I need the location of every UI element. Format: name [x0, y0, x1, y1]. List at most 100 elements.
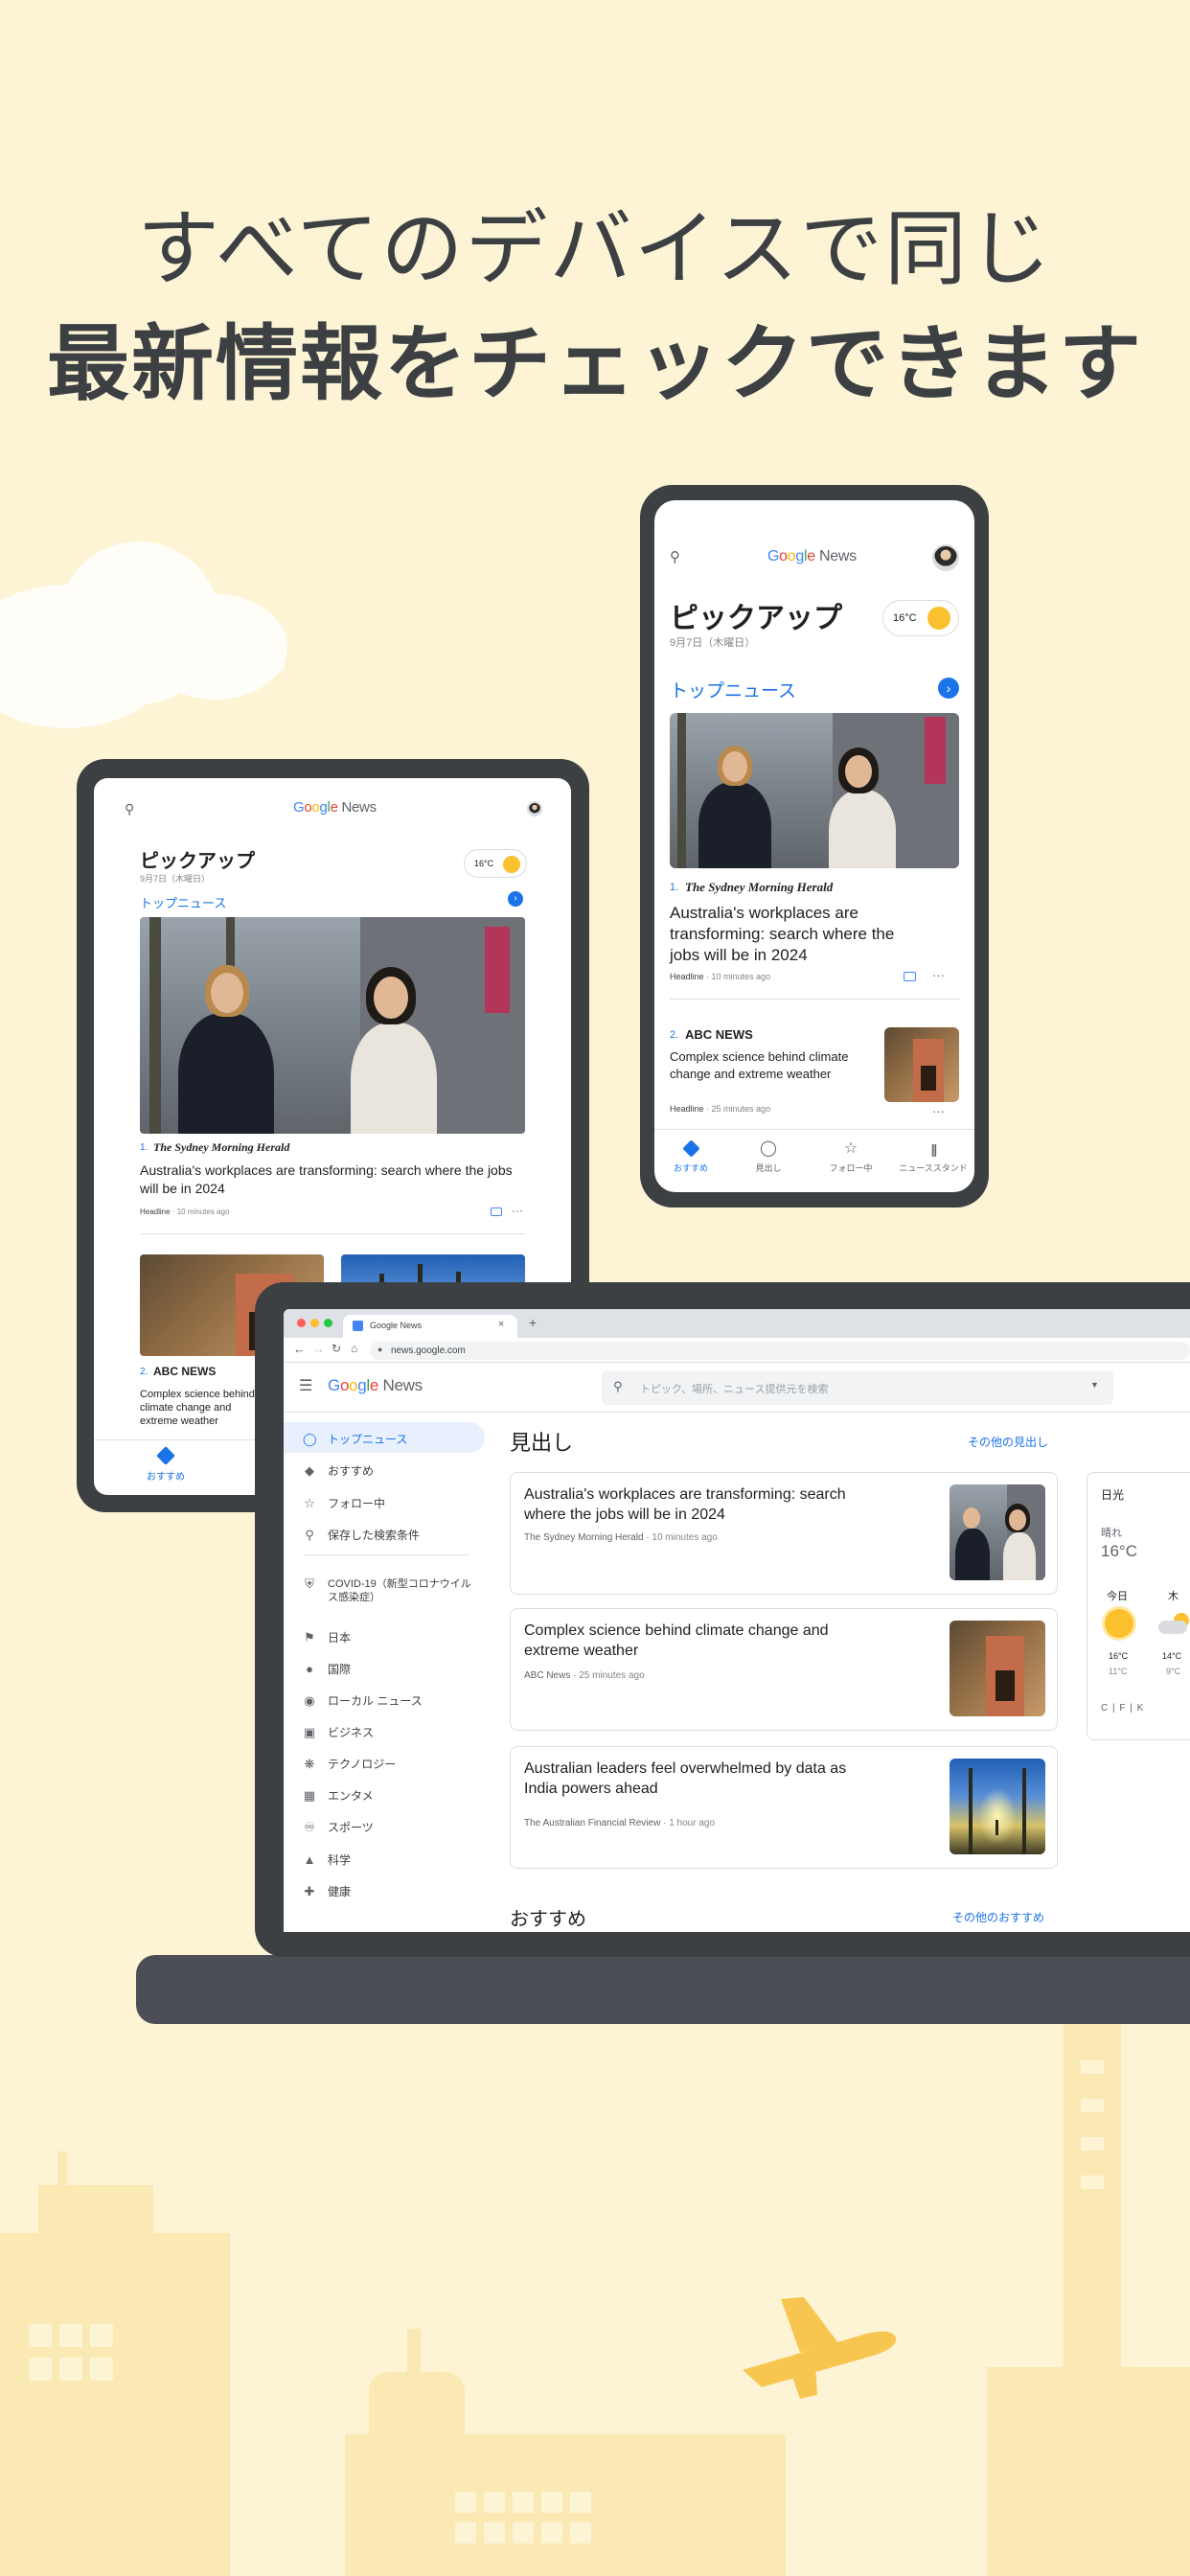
story2-meta: Headline · 25 minutes ago — [670, 1104, 771, 1114]
story-source: The Sydney Morning Herald — [153, 1140, 290, 1154]
sidebar-item-japan[interactable]: ⚑ 日本 — [303, 1629, 351, 1645]
sidebar-item-saved-searches[interactable]: ⚲ 保存した検索条件 — [303, 1527, 420, 1543]
search-icon: ⚲ — [613, 1379, 623, 1393]
laptop-base — [136, 1955, 1190, 2024]
flag-icon: ⚑ — [304, 1629, 315, 1644]
sidebar-item-business[interactable]: ▣ ビジネス — [303, 1724, 374, 1740]
story-headline[interactable]: Australian leaders feel overwhelmed by d… — [524, 1759, 879, 1799]
more-icon[interactable]: ··· — [512, 1204, 523, 1217]
menu-icon[interactable]: ☰ — [299, 1376, 312, 1395]
weather-today-label: 今日 — [1107, 1591, 1128, 1602]
headline: すべてのデバイスで同じ 最新情報をチェックできます — [0, 192, 1190, 422]
forward-icon[interactable]: → — [312, 1342, 325, 1356]
sidebar-item-world[interactable]: ● 国際 — [303, 1661, 351, 1677]
more-icon[interactable]: ··· — [932, 968, 945, 982]
search-icon[interactable]: ⚲ — [125, 801, 134, 817]
page-date: 9月7日（木曜日） — [670, 637, 756, 649]
globe-icon: ◯ — [303, 1431, 317, 1446]
more-icon[interactable]: ··· — [932, 1104, 945, 1118]
avatar[interactable] — [932, 544, 959, 571]
story-card[interactable]: Australian leaders feel overwhelmed by d… — [510, 1746, 1058, 1869]
story-headline[interactable]: Complex science behind climate change an… — [524, 1621, 879, 1661]
star-icon: ☆ — [304, 1495, 315, 1510]
sidebar-item-sports[interactable]: ♾ スポーツ — [303, 1819, 374, 1835]
sun-icon — [1105, 1609, 1133, 1638]
story-headline[interactable]: Australia's workplaces are transforming:… — [670, 903, 900, 966]
chip-icon: ❋ — [304, 1756, 315, 1771]
story-headline[interactable]: Australia's workplaces are transforming:… — [140, 1162, 523, 1198]
more-headlines-link[interactable]: その他の見出し — [968, 1434, 1048, 1450]
bottom-nav-newsstand[interactable]: ||| ニューススタンド — [892, 1140, 974, 1174]
home-icon[interactable]: ⌂ — [351, 1342, 357, 1355]
reload-icon[interactable]: ↻ — [332, 1342, 341, 1355]
bottom-nav-for-you[interactable]: おすすめ — [654, 1139, 727, 1174]
sidebar-item-entertainment[interactable]: ▦ エンタメ — [303, 1787, 374, 1804]
recommended-title: おすすめ — [510, 1909, 586, 1930]
story2-image[interactable] — [884, 1027, 959, 1102]
story-card[interactable]: Complex science behind climate change an… — [510, 1608, 1058, 1731]
sidebar-item-technology[interactable]: ❋ テクノロジー — [303, 1756, 397, 1772]
story-meta: The Sydney Morning Herald · 10 minutes a… — [524, 1532, 718, 1543]
chevron-right-icon[interactable]: › — [508, 891, 523, 907]
sidebar-item-following[interactable]: ☆ フォロー中 — [303, 1495, 385, 1511]
flask-icon: ▲ — [303, 1852, 316, 1867]
bottom-nav-for-you[interactable]: おすすめ — [94, 1446, 238, 1483]
weather-pill[interactable]: 16°C — [464, 849, 527, 878]
story-headline[interactable]: Australia's workplaces are transforming:… — [524, 1484, 879, 1525]
google-news-logo[interactable]: Google News — [328, 1376, 423, 1395]
story-source: The Sydney Morning Herald — [685, 880, 834, 894]
sidebar-item-for-you[interactable]: ◆ おすすめ — [303, 1462, 374, 1479]
story-thumbnail[interactable] — [950, 1484, 1045, 1580]
search-icon[interactable]: ⚲ — [670, 548, 680, 565]
story-image[interactable] — [670, 713, 959, 868]
sidebar-item-covid[interactable]: ⛨ COVID-19（新型コロナウイルス感染症） — [303, 1577, 485, 1604]
story2-headline[interactable]: Complex science behind climate change an… — [140, 1388, 255, 1428]
dropdown-icon[interactable]: ▼ — [1090, 1380, 1099, 1390]
section-title: 見出し — [510, 1431, 574, 1455]
full-coverage-icon[interactable] — [491, 1208, 502, 1216]
weather-pill[interactable]: 16°C — [882, 600, 959, 636]
building-icon: ▣ — [303, 1724, 316, 1739]
story2-headline[interactable]: Complex science behind climate change an… — [670, 1048, 861, 1083]
search-bar[interactable]: ⚲ トピック、場所、ニュース提供元を検索 ▼ — [602, 1370, 1113, 1405]
close-icon[interactable]: × — [498, 1319, 504, 1330]
for-you-icon — [156, 1446, 175, 1465]
google-news-logo[interactable]: Google News — [293, 799, 377, 816]
back-icon[interactable]: ← — [293, 1342, 306, 1356]
headline-line-1: すべてのデバイスで同じ — [137, 203, 1053, 295]
sidebar-item-health[interactable]: ✚ 健康 — [303, 1883, 351, 1899]
story-thumbnail[interactable] — [950, 1621, 1045, 1716]
laptop-screen: Google News × + ← → ↻ ⌂ ● news.google.co… — [284, 1309, 1190, 1932]
sidebar-item-science[interactable]: ▲ 科学 — [303, 1852, 351, 1868]
story-thumbnail[interactable] — [950, 1759, 1045, 1854]
browser-tab[interactable]: Google News × — [343, 1315, 517, 1338]
story-meta: The Australian Financial Review · 1 hour… — [524, 1818, 716, 1828]
more-recommended-link[interactable]: その他のおすすめ — [952, 1909, 1044, 1925]
weather-today-high: 16°C — [1109, 1651, 1129, 1661]
sidebar-item-top-news[interactable]: ◯ トップニュース — [303, 1431, 407, 1447]
new-tab-icon[interactable]: + — [529, 1315, 537, 1330]
google-news-favicon — [353, 1321, 363, 1331]
sidebar-item-local[interactable]: ◉ ローカル ニュース — [303, 1692, 422, 1709]
weather-card[interactable]: 日光 晴れ 16°C 今日 木 16°C 11°C 14°C 9°C C | F… — [1087, 1472, 1190, 1740]
chevron-right-icon[interactable]: › — [938, 678, 959, 699]
weather-condition: 晴れ — [1101, 1528, 1122, 1539]
newsstand-icon: ||| — [930, 1141, 938, 1157]
story-image[interactable] — [140, 917, 525, 1134]
shield-icon: ⛨ — [305, 1576, 314, 1591]
page-title: ピックアップ — [140, 851, 255, 872]
address-bar[interactable]: ● news.google.com — [370, 1342, 1190, 1360]
google-news-logo[interactable]: Google News — [767, 548, 857, 565]
bottom-nav-following[interactable]: ☆ フォロー中 — [810, 1140, 892, 1174]
weather-location: 日光 — [1101, 1488, 1125, 1502]
avatar[interactable] — [527, 801, 542, 816]
section-top-news[interactable]: トップニュース — [670, 677, 796, 702]
bottom-nav-headlines[interactable]: ◯ 見出し — [727, 1140, 810, 1174]
story-card[interactable]: Australia's workplaces are transforming:… — [510, 1472, 1058, 1595]
weather-next-label: 木 — [1168, 1591, 1179, 1602]
weather-units[interactable]: C | F | K — [1101, 1703, 1144, 1714]
full-coverage-icon[interactable] — [904, 972, 916, 981]
section-top-news[interactable]: トップニュース — [140, 893, 226, 911]
story2-source: ABC NEWS — [153, 1365, 217, 1378]
story2-rank: 2. — [670, 1029, 679, 1041]
